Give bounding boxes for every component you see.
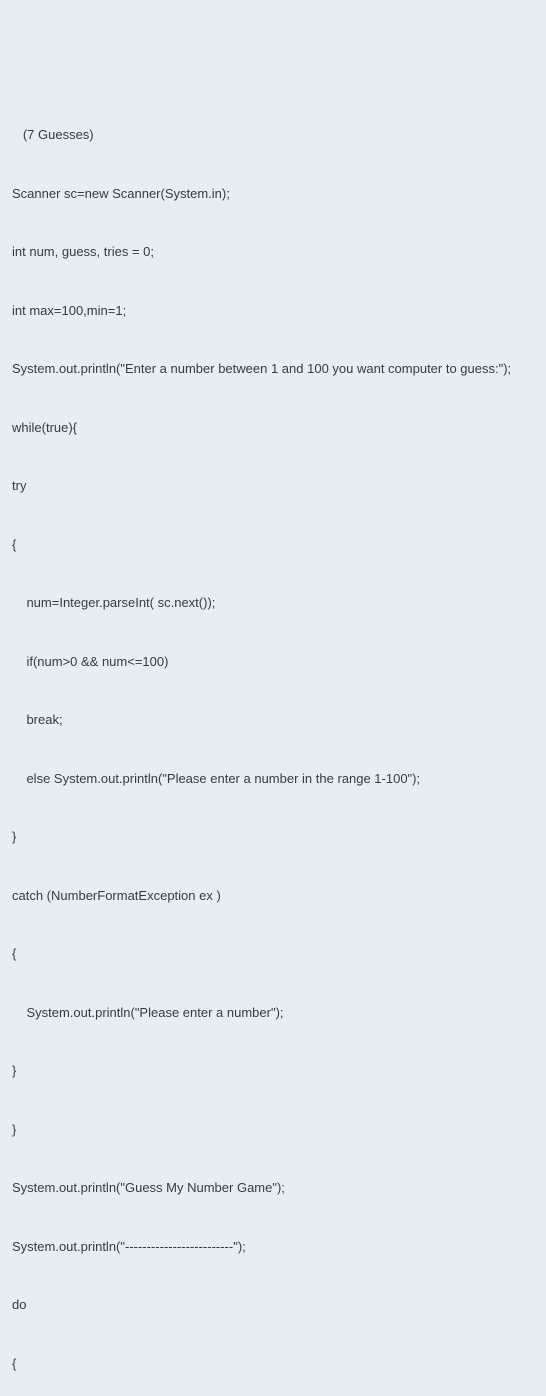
code-line: { [12,944,534,964]
code-line: while(true){ [12,418,534,438]
code-line: System.out.println("--------------------… [12,1237,534,1257]
code-line: else System.out.println("Please enter a … [12,769,534,789]
code-line: do [12,1295,534,1315]
code-line: Scanner sc=new Scanner(System.in); [12,184,534,204]
code-line: System.out.println("Enter a number betwe… [12,359,534,379]
code-line: (7 Guesses) [12,125,534,145]
code-line: int num, guess, tries = 0; [12,242,534,262]
code-line: break; [12,710,534,730]
code-line: } [12,827,534,847]
code-line: } [12,1061,534,1081]
code-line: int max=100,min=1; [12,301,534,321]
code-line: { [12,535,534,555]
code-line: catch (NumberFormatException ex ) [12,886,534,906]
code-line: try [12,476,534,496]
code-block: (7 Guesses) Scanner sc=new Scanner(Syste… [12,86,534,1396]
code-line: num=Integer.parseInt( sc.next()); [12,593,534,613]
code-line: if(num>0 && num<=100) [12,652,534,672]
code-line: System.out.println("Please enter a numbe… [12,1003,534,1023]
code-line: System.out.println("Guess My Number Game… [12,1178,534,1198]
code-line: } [12,1120,534,1140]
code-line: { [12,1354,534,1374]
